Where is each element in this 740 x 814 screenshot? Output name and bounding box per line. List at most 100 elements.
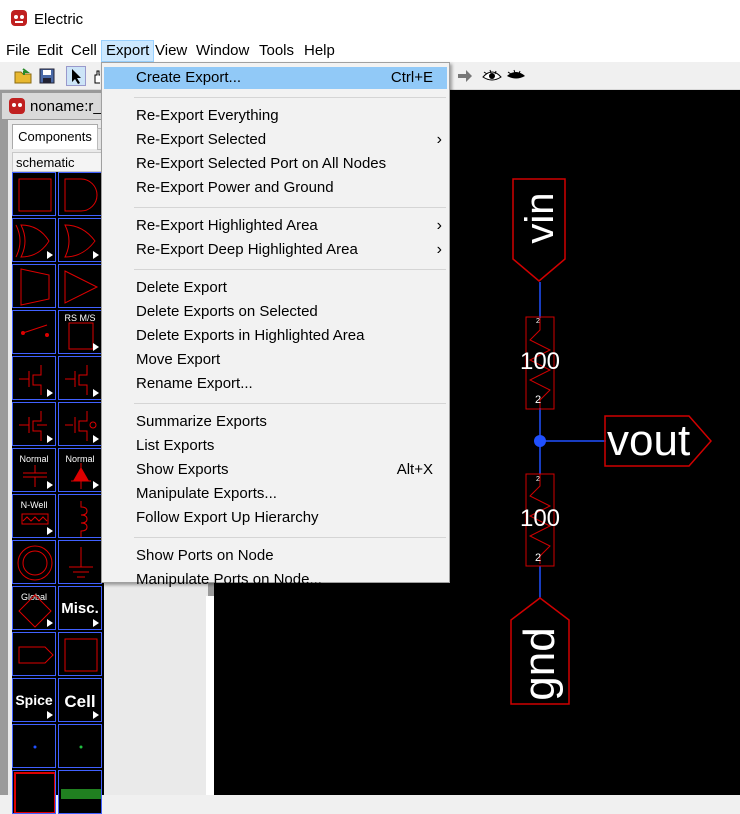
menu-item-label: Re-Export Highlighted Area	[136, 217, 318, 234]
menu-item-delete-exports-on-selected[interactable]: Delete Exports on Selected	[104, 301, 447, 323]
menu-file[interactable]: File	[2, 41, 34, 61]
palette-xor-gate[interactable]	[12, 218, 56, 262]
menu-item-label: Manipulate Ports on Node...	[136, 571, 322, 588]
menu-item-shortcut: Alt+X	[396, 461, 433, 478]
palette-nmos-4[interactable]	[12, 402, 56, 446]
menu-item-shortcut: Ctrl+E	[390, 69, 433, 86]
menu-item-re-export-selected-port-on-all-nodes[interactable]: Re-Export Selected Port on All Nodes	[104, 153, 447, 175]
menu-item-summarize-exports[interactable]: Summarize Exports	[104, 411, 447, 433]
menu-item-label: Re-Export Power and Ground	[136, 179, 334, 196]
menu-tools[interactable]: Tools	[255, 41, 298, 61]
menu-item-label: Summarize Exports	[136, 413, 267, 430]
window-title: Electric	[34, 11, 84, 28]
menu-item-re-export-deep-highlighted-area[interactable]: Re-Export Deep Highlighted Area ›	[104, 239, 447, 261]
palette-capacitor[interactable]: Normal	[12, 448, 56, 492]
menu-cell[interactable]: Cell	[67, 41, 101, 61]
menu-item-manipulate-ports-on-node[interactable]: Manipulate Ports on Node...	[104, 569, 447, 591]
menu-item-create-export[interactable]: Create Export... Ctrl+E	[104, 67, 447, 89]
electric-app-icon	[10, 9, 28, 27]
palette-green-box[interactable]	[58, 770, 102, 814]
resistor-1-value: 100	[519, 348, 561, 375]
menu-edit[interactable]: Edit	[33, 41, 67, 61]
palette-pin-blue[interactable]	[12, 724, 56, 768]
palette-resistor[interactable]: N-Well	[12, 494, 56, 538]
palette-or-gate[interactable]	[58, 218, 102, 262]
menu-item-re-export-power-and-ground[interactable]: Re-Export Power and Ground	[104, 177, 447, 199]
menu-item-follow-export-up-hierarchy[interactable]: Follow Export Up Hierarchy	[104, 507, 447, 529]
save-icon[interactable]	[38, 67, 56, 85]
canvas-top-strip	[450, 90, 740, 120]
palette-flipflop[interactable]: RS M/S	[58, 310, 102, 354]
menu-bar: File Edit Cell Export View Window Tools …	[0, 38, 740, 62]
palette-pmos-4[interactable]	[58, 402, 102, 446]
export-menu-dropdown: Create Export... Ctrl+E Re-Export Everythi…	[101, 62, 450, 588]
palette-meter[interactable]	[12, 540, 56, 584]
resistor-1-pin-top: 2	[536, 318, 540, 325]
palette-wire-box[interactable]	[58, 632, 102, 676]
palette-spice[interactable]: Spice	[12, 678, 56, 722]
forward-arrow-icon[interactable]	[456, 67, 474, 85]
menu-item-manipulate-exports[interactable]: Manipulate Exports...	[104, 483, 447, 505]
toolbar-right	[450, 64, 740, 88]
resistor-2-pin-top: 2	[536, 476, 540, 483]
palette-technology-label[interactable]: schematic	[12, 152, 102, 172]
menu-item-label: Re-Export Selected Port on All Nodes	[136, 155, 387, 172]
select-arrow-icon[interactable]	[66, 66, 86, 86]
palette-inductor[interactable]	[58, 494, 102, 538]
menu-export[interactable]: Export	[101, 40, 155, 62]
palette-diode[interactable]: Normal	[58, 448, 102, 492]
palette-export-shape[interactable]	[12, 632, 56, 676]
menu-item-delete-export[interactable]: Delete Export	[104, 277, 447, 299]
menu-item-show-exports[interactable]: Show Exports Alt+X	[104, 459, 447, 481]
menu-item-label: Delete Exports in Highlighted Area	[136, 327, 365, 344]
palette-label-cell: Cell	[64, 692, 96, 711]
menu-view[interactable]: View	[151, 41, 191, 61]
resistor-1-pin-bottom: 2	[535, 394, 542, 406]
palette-pmos[interactable]	[58, 356, 102, 400]
menu-item-delete-exports-in-highlighted-area[interactable]: Delete Exports in Highlighted Area	[104, 325, 447, 347]
submenu-arrow-icon: ›	[436, 241, 442, 258]
menu-item-label: Follow Export Up Hierarchy	[136, 509, 319, 526]
menu-help[interactable]: Help	[300, 41, 339, 61]
palette-cell[interactable]: Cell	[58, 678, 102, 722]
menu-separator	[134, 537, 446, 538]
palette-switch[interactable]	[12, 310, 56, 354]
palette-red-box[interactable]	[12, 770, 56, 814]
palette-and-gate[interactable]	[58, 172, 102, 216]
palette-nmos[interactable]	[12, 356, 56, 400]
palette-mux[interactable]	[12, 264, 56, 308]
menu-item-re-export-everything[interactable]: Re-Export Everything	[104, 105, 447, 127]
eye-closed-icon[interactable]	[506, 67, 525, 85]
resistor-2-value: 100	[519, 505, 561, 532]
menu-item-re-export-selected[interactable]: Re-Export Selected ›	[104, 129, 447, 151]
document-title: noname:r_c	[30, 98, 105, 115]
pan-hand-icon[interactable]	[90, 67, 100, 85]
menu-item-rename-export[interactable]: Rename Export...	[104, 373, 447, 395]
menu-separator	[134, 403, 446, 404]
tab-components[interactable]: Components	[12, 124, 98, 149]
eye-open-icon[interactable]	[482, 67, 502, 85]
menu-item-label: Re-Export Everything	[136, 107, 279, 124]
menu-item-show-ports-on-node[interactable]: Show Ports on Node	[104, 545, 447, 567]
menu-item-move-export[interactable]: Move Export	[104, 349, 447, 371]
palette-pin-green[interactable]	[58, 724, 102, 768]
palette-box[interactable]	[12, 172, 56, 216]
palette-ground[interactable]	[58, 540, 102, 584]
open-folder-icon[interactable]	[14, 67, 32, 85]
menu-separator	[134, 97, 446, 98]
menu-separator	[134, 207, 446, 208]
palette-misc[interactable]: Misc.	[58, 586, 102, 630]
palette-buffer[interactable]	[58, 264, 102, 308]
menu-separator	[134, 269, 446, 270]
menu-item-label: Move Export	[136, 351, 221, 368]
resistor-2-pin-bottom: 2	[535, 552, 542, 564]
export-label-gnd: gnd	[515, 627, 564, 701]
menu-item-list-exports[interactable]: List Exports	[104, 435, 447, 457]
menu-item-re-export-highlighted-area[interactable]: Re-Export Highlighted Area ›	[104, 215, 447, 237]
palette-scrollbar[interactable]	[206, 596, 214, 795]
palette-global[interactable]: Global	[12, 586, 56, 630]
menu-window[interactable]: Window	[192, 41, 253, 61]
submenu-arrow-icon: ›	[436, 217, 442, 234]
document-icon	[8, 97, 26, 115]
menu-item-label: List Exports	[136, 437, 215, 454]
